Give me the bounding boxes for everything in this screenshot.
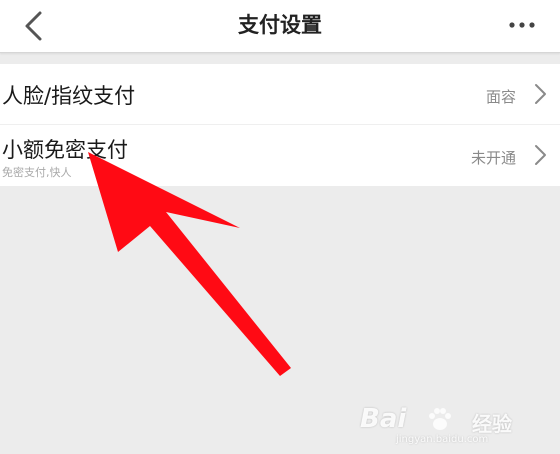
navigation-bar: 支付设置 bbox=[0, 0, 560, 53]
paw-icon bbox=[429, 408, 451, 430]
watermark-url: jingyan.baidu.com bbox=[396, 434, 489, 445]
more-dots-icon[interactable] bbox=[504, 12, 540, 38]
face-fingerprint-pay-item[interactable]: 人脸/指纹支付 面容 bbox=[0, 64, 560, 125]
settings-list: 人脸/指纹支付 面容 小额免密支付 免密支付,快人 未开通 bbox=[0, 64, 560, 186]
small-amount-pay-sublabel: 免密支付,快人 bbox=[2, 166, 72, 179]
face-fingerprint-pay-label: 人脸/指纹支付 bbox=[2, 84, 136, 108]
face-fingerprint-pay-value: 面容 bbox=[485, 88, 516, 106]
small-amount-pay-label: 小额免密支付 bbox=[2, 138, 128, 162]
chevron-right-icon bbox=[535, 84, 546, 104]
watermark-brand: Bai bbox=[360, 404, 407, 434]
chevron-right-icon bbox=[535, 145, 546, 165]
watermark-brand-cn: 经验 bbox=[472, 412, 512, 436]
baidu-jingyan-watermark: Bai 经验 jingyan.baidu.com bbox=[360, 404, 550, 448]
small-amount-pay-value: 未开通 bbox=[470, 149, 516, 167]
small-amount-password-free-pay-item[interactable]: 小额免密支付 免密支付,快人 未开通 bbox=[0, 125, 560, 185]
page-title: 支付设置 bbox=[238, 13, 322, 37]
